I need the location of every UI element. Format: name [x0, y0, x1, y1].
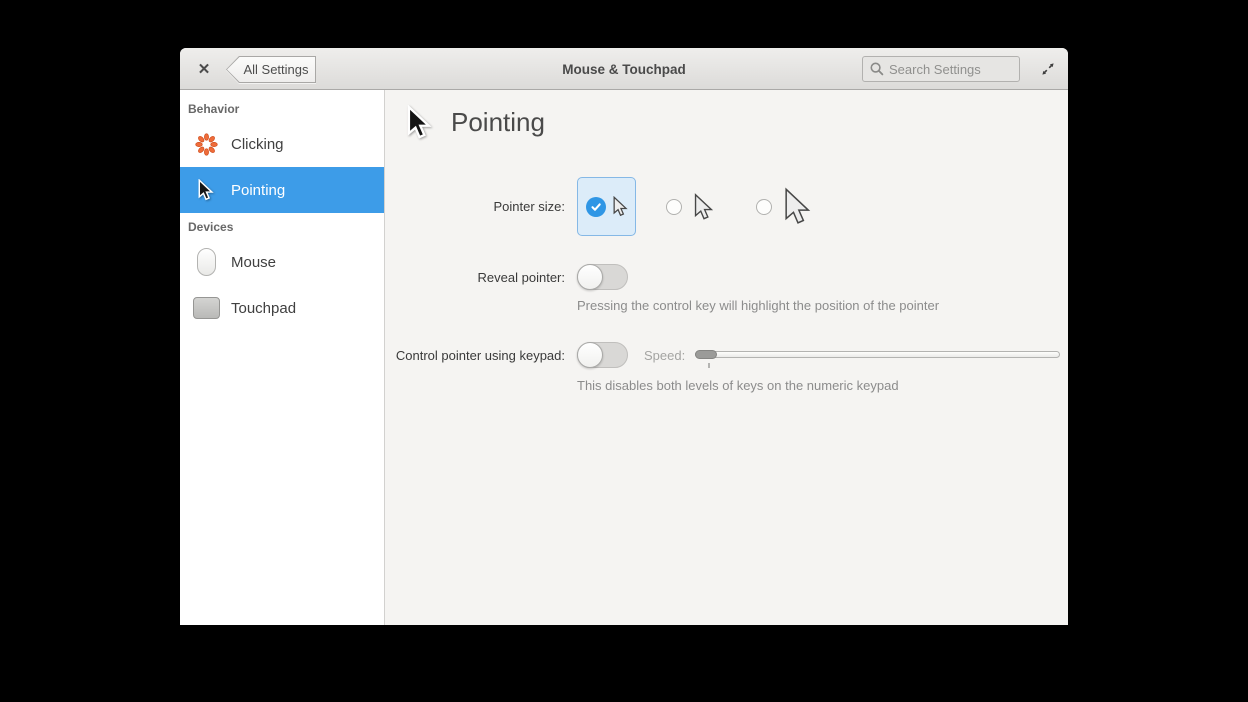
expand-icon: [1042, 63, 1054, 75]
reveal-pointer-toggle[interactable]: [577, 264, 628, 290]
header-bar: ✕ All Settings Mouse & Touchpad: [180, 48, 1068, 90]
keypad-control-label: Control pointer using keypad:: [395, 347, 565, 363]
main-panel: Pointing Pointer size: Reveal pointer: P…: [385, 90, 1068, 625]
radio-checked-icon: [585, 196, 606, 217]
sidebar-item-label: Mouse: [231, 253, 277, 271]
all-settings-label: All Settings: [227, 57, 315, 82]
search-input[interactable]: [889, 61, 1019, 77]
mouse-icon: [192, 248, 220, 276]
medium-cursor-icon: [694, 192, 714, 220]
close-icon: ✕: [197, 61, 211, 78]
sidebar-item-clicking[interactable]: Clicking: [180, 121, 384, 167]
pointer-size-option-large[interactable]: [756, 187, 812, 226]
sidebar-section-behavior: Behavior: [188, 102, 240, 116]
all-settings-button[interactable]: All Settings: [226, 56, 316, 83]
sidebar-item-touchpad[interactable]: Touchpad: [180, 285, 384, 331]
reveal-pointer-help: Pressing the control key will highlight …: [577, 298, 940, 313]
cursor-icon: [192, 179, 220, 201]
search-icon: [870, 62, 884, 76]
slider-handle[interactable]: [695, 350, 718, 359]
sidebar-item-label: Touchpad: [231, 299, 297, 317]
keypad-control-help: This disables both levels of keys on the…: [577, 378, 899, 393]
radio-unchecked-icon: [756, 198, 772, 215]
settings-window: ✕ All Settings Mouse & Touchpad Search S…: [180, 48, 1068, 625]
reveal-pointer-label: Reveal pointer:: [477, 269, 565, 285]
search-field[interactable]: [862, 56, 1020, 82]
small-cursor-icon: [613, 196, 628, 217]
pointer-size-option-medium[interactable]: [666, 192, 714, 221]
keypad-control-toggle[interactable]: [577, 342, 628, 368]
large-cursor-icon: [785, 187, 811, 224]
speed-label: Speed:: [644, 347, 686, 363]
page-title: Pointing: [451, 107, 545, 137]
pointing-title-cursor-icon: [407, 105, 432, 139]
sidebar-item-label: Pointing: [231, 181, 286, 199]
pointer-size-label: Pointer size:: [493, 199, 565, 214]
radio-unchecked-icon: [666, 198, 682, 215]
fullscreen-button[interactable]: [1034, 55, 1062, 83]
clicking-burst-icon: [192, 131, 220, 158]
touchpad-icon: [192, 297, 220, 319]
speed-slider[interactable]: [695, 342, 1061, 368]
close-button[interactable]: ✕: [188, 53, 220, 85]
sidebar-item-label: Clicking: [231, 135, 284, 153]
pointer-size-option-small[interactable]: [577, 177, 636, 236]
slider-tick: [708, 363, 711, 368]
